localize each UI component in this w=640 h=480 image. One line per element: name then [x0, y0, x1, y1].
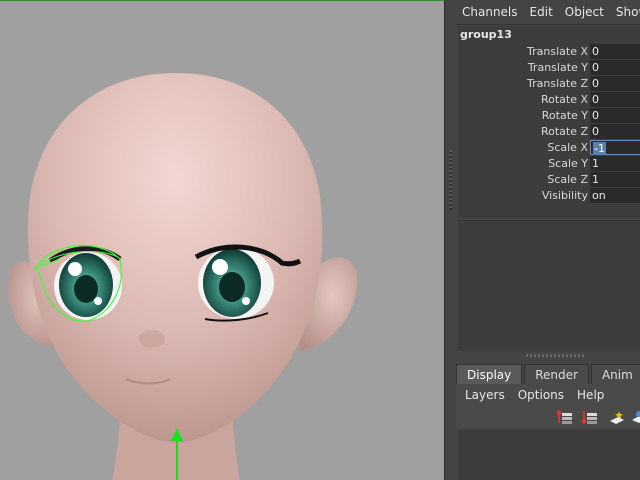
attr-scale-y[interactable]: Scale Y1 [458, 156, 640, 172]
attr-scale-z[interactable]: Scale Z1 [458, 172, 640, 188]
menu-help[interactable]: Help [577, 388, 604, 402]
attr-label: Rotate Z [540, 125, 588, 138]
tab-render[interactable]: Render [524, 364, 589, 384]
attr-label: Rotate Y [541, 109, 588, 122]
tab-anim[interactable]: Anim [590, 364, 640, 384]
attr-label: Translate X [527, 45, 588, 58]
attr-value-field[interactable]: 0 [590, 108, 640, 123]
scene-render [7, 73, 358, 480]
menu-show[interactable]: Show [616, 5, 640, 19]
attr-label: Translate Y [527, 61, 588, 74]
attr-value-field-editing[interactable]: -1 [590, 140, 640, 155]
attr-scale-x[interactable]: Scale X -1 [458, 140, 640, 156]
layer-toolbar [456, 406, 640, 428]
tab-display[interactable]: Display [456, 364, 523, 384]
channel-box: Channels Edit Object Show group13 Transl… [456, 0, 640, 480]
attr-value-field[interactable]: 1 [590, 156, 640, 171]
attribute-panel: group13 Translate X0 Translate Y0 Transl… [458, 26, 640, 218]
menu-options[interactable]: Options [518, 388, 564, 402]
attr-value-field[interactable]: 0 [590, 92, 640, 107]
attr-value-field[interactable]: 1 [590, 172, 640, 187]
attr-label: Visibility [541, 189, 588, 202]
attr-translate-z[interactable]: Translate Z0 [458, 76, 640, 92]
perspective-viewport[interactable] [0, 0, 445, 480]
attr-translate-x[interactable]: Translate X0 [458, 44, 640, 60]
attr-visibility[interactable]: Visibility on [458, 188, 640, 204]
attr-value-field[interactable]: 0 [590, 60, 640, 75]
attr-label: Translate Z [527, 77, 588, 90]
node-name[interactable]: group13 [460, 28, 512, 41]
create-layer-icon[interactable] [608, 409, 626, 425]
menu-layers[interactable]: Layers [465, 388, 505, 402]
selected-value-text: -1 [593, 142, 606, 155]
menu-object[interactable]: Object [565, 5, 611, 19]
attr-label: Scale Y [548, 157, 588, 170]
new-empty-layer-icon[interactable] [581, 409, 599, 425]
nose [139, 330, 165, 348]
new-layer-from-selection-icon[interactable] [556, 409, 574, 425]
attr-value-field[interactable]: 0 [590, 44, 640, 59]
attr-label: Scale Z [547, 173, 588, 186]
attr-label: Rotate X [540, 93, 588, 106]
channel-box-menubar: Channels Edit Object Show [456, 0, 640, 25]
attr-translate-y[interactable]: Translate Y0 [458, 60, 640, 76]
attr-rotate-x[interactable]: Rotate X0 [458, 92, 640, 108]
layer-list[interactable] [458, 430, 640, 480]
attr-label: Scale X [547, 141, 588, 154]
layer-editor-tabs: Display Render Anim [456, 364, 640, 384]
attr-rotate-y[interactable]: Rotate Y0 [458, 108, 640, 124]
menu-channels[interactable]: Channels [462, 5, 525, 19]
pane-resize-handle[interactable] [526, 354, 586, 357]
attr-value-field[interactable]: on [590, 188, 640, 203]
layer-options-icon[interactable] [631, 409, 640, 425]
attr-rotate-z[interactable]: Rotate Z0 [458, 124, 640, 140]
panel-divider[interactable] [445, 0, 456, 480]
channel-box-empty-area [458, 220, 640, 351]
menu-edit[interactable]: Edit [530, 5, 560, 19]
attr-value-field[interactable]: 0 [590, 124, 640, 139]
attr-value-field[interactable]: 0 [590, 76, 640, 91]
layer-editor-menubar: Layers Options Help [456, 384, 640, 406]
